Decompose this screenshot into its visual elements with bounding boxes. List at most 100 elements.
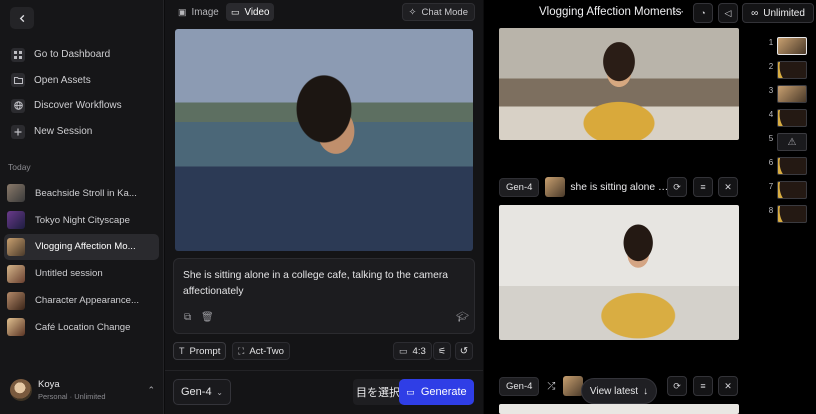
- session-label: Character Appearance...: [35, 295, 139, 307]
- view-latest-button[interactable]: View latest ↓: [581, 378, 657, 404]
- grid-icon: [11, 47, 25, 62]
- chevron-up-icon: ⌃: [147, 384, 155, 395]
- session-label: Beachside Stroll in Ka...: [35, 187, 137, 199]
- close-icon: ✕: [724, 380, 732, 391]
- bottom-bar: Gen-4 ⌄ 目を選択 ▭ Generate: [165, 370, 483, 414]
- index-thumbnail[interactable]: [777, 85, 807, 103]
- megaphone-icon: ◁: [724, 7, 732, 18]
- infinity-icon: ∞: [751, 7, 759, 19]
- regenerate-button[interactable]: ⟳: [667, 376, 687, 396]
- index-thumbnail[interactable]: [777, 109, 807, 127]
- menu-button[interactable]: ≡: [693, 177, 713, 197]
- session-thumbnail: [7, 211, 25, 230]
- sparkle-icon: ✧: [408, 6, 417, 18]
- session-item-active[interactable]: Vlogging Affection Mo...: [4, 233, 159, 261]
- user-name: Koya: [38, 379, 60, 390]
- close-button[interactable]: ✕: [718, 376, 738, 396]
- video-icon: ▭: [231, 6, 240, 17]
- feedback-button[interactable]: ◔: [693, 3, 713, 23]
- generation-prompt: she is sitting alone in a college cafe: [570, 181, 668, 193]
- nav-assets[interactable]: Open Assets: [5, 68, 158, 94]
- shuffle-icon[interactable]: ⤮: [547, 381, 555, 392]
- generation-input-thumbnail[interactable]: [545, 177, 566, 197]
- prompt-mode-button[interactable]: T Prompt: [173, 342, 227, 360]
- generations-panel: Vlogging Affection Moments ⋯ ◔ ◁ ∞ Unlim…: [484, 0, 816, 414]
- tab-image-label: Image: [191, 6, 219, 18]
- tab-image[interactable]: ▣ Image: [173, 3, 224, 21]
- index-number: 1: [768, 38, 774, 47]
- trash-icon[interactable]: 🗑︎: [201, 312, 214, 323]
- session-item[interactable]: Café Location Change: [4, 314, 159, 341]
- user-plan: Personal · Unlimited: [38, 392, 106, 401]
- tab-video-label: Video: [244, 6, 270, 18]
- index-number: 3: [768, 86, 774, 95]
- session-item[interactable]: Tokyo Night Cityscape: [4, 207, 159, 234]
- chat-mode-button[interactable]: ✧ Chat Mode: [401, 3, 475, 21]
- session-item[interactable]: Untitled session: [4, 260, 159, 287]
- generation-video[interactable]: [499, 404, 739, 414]
- chat-bubble-icon: ◔: [700, 8, 706, 18]
- lines-icon: ≡: [700, 381, 706, 391]
- generate-button[interactable]: ▭ Generate: [399, 379, 474, 405]
- nav-new-session[interactable]: New Session: [5, 119, 158, 145]
- act-two-label: Act-Two: [249, 345, 284, 357]
- graduation-cap-icon[interactable]: 🎓︎: [456, 312, 469, 323]
- session-thumbnail: [7, 291, 25, 310]
- generate-label: Generate: [420, 386, 467, 398]
- generation-video[interactable]: [499, 28, 739, 140]
- copy-icon[interactable]: ⧉: [184, 312, 191, 323]
- prompt-text[interactable]: She is sitting alone in a college cafe, …: [183, 268, 463, 300]
- session-thumbnail: [7, 264, 25, 283]
- regenerate-button[interactable]: ⟳: [667, 177, 687, 197]
- index-number: 5: [768, 134, 774, 143]
- index-thumbnail-failed[interactable]: ⚠︎: [777, 133, 807, 151]
- aspect-ratio-icon: ▭: [399, 345, 408, 356]
- index-thumbnail[interactable]: [777, 157, 807, 175]
- nav-new-session-label: New Session: [34, 126, 93, 138]
- warning-icon: ⚠︎: [787, 136, 797, 148]
- chevron-left-icon: [19, 14, 24, 22]
- close-button[interactable]: ✕: [718, 177, 738, 197]
- prompt-box[interactable]: She is sitting alone in a college cafe, …: [173, 258, 475, 334]
- generation-model-tag: Gen-4: [499, 376, 540, 396]
- session-thumbnail: [7, 184, 25, 203]
- composer-panel: ▣ Image ▭ Video ✧ Chat Mode She is sitti…: [165, 0, 483, 414]
- tab-video[interactable]: ▭ Video: [226, 3, 275, 21]
- session-title[interactable]: Vlogging Affection Moments: [539, 6, 681, 18]
- section-label-today: Today: [8, 162, 31, 172]
- index-thumbnail[interactable]: [777, 181, 807, 199]
- index-thumbnail[interactable]: [777, 61, 807, 79]
- session-item[interactable]: Character Appearance...: [4, 287, 159, 314]
- video-icon: ▭: [406, 386, 415, 397]
- reset-button[interactable]: ↺: [455, 342, 473, 360]
- back-button[interactable]: [10, 7, 34, 29]
- session-item[interactable]: Beachside Stroll in Ka...: [4, 180, 159, 207]
- nav-assets-label: Open Assets: [34, 74, 91, 86]
- generation-model-tag: Gen-4: [499, 177, 540, 197]
- index-number: 2: [768, 62, 774, 71]
- close-icon: ✕: [724, 181, 732, 192]
- chevron-down-icon: ⌄: [216, 387, 223, 397]
- announcements-button[interactable]: ◁: [718, 3, 738, 23]
- nav-dashboard[interactable]: Go to Dashboard: [5, 42, 158, 68]
- generation-video[interactable]: [499, 205, 739, 340]
- menu-button[interactable]: ≡: [693, 376, 713, 396]
- lines-icon: ≡: [700, 182, 706, 192]
- aspect-ratio-button[interactable]: ▭ 4:3: [393, 342, 432, 360]
- model-select[interactable]: Gen-4 ⌄: [173, 379, 231, 405]
- session-label: Café Location Change: [35, 321, 131, 333]
- select-eye-button[interactable]: 目を選択: [353, 379, 403, 405]
- input-image-preview[interactable]: [175, 29, 473, 251]
- user-menu[interactable]: Koya Personal · Unlimited ⌃: [10, 375, 155, 405]
- session-thumbnail: [7, 237, 25, 256]
- settings-sliders-button[interactable]: ⚟: [433, 342, 451, 360]
- chat-mode-label: Chat Mode: [421, 6, 468, 18]
- index-thumbnail[interactable]: [777, 205, 807, 223]
- unlimited-label: Unlimited: [763, 7, 805, 19]
- nav-workflows[interactable]: Discover Workflows: [5, 93, 158, 119]
- act-two-button[interactable]: ⛶ Act-Two: [232, 342, 290, 360]
- more-icon[interactable]: ⋯: [673, 5, 684, 18]
- index-thumbnail[interactable]: [777, 37, 807, 55]
- unlimited-button[interactable]: ∞ Unlimited: [742, 3, 814, 23]
- sliders-icon: ⚟: [437, 345, 447, 356]
